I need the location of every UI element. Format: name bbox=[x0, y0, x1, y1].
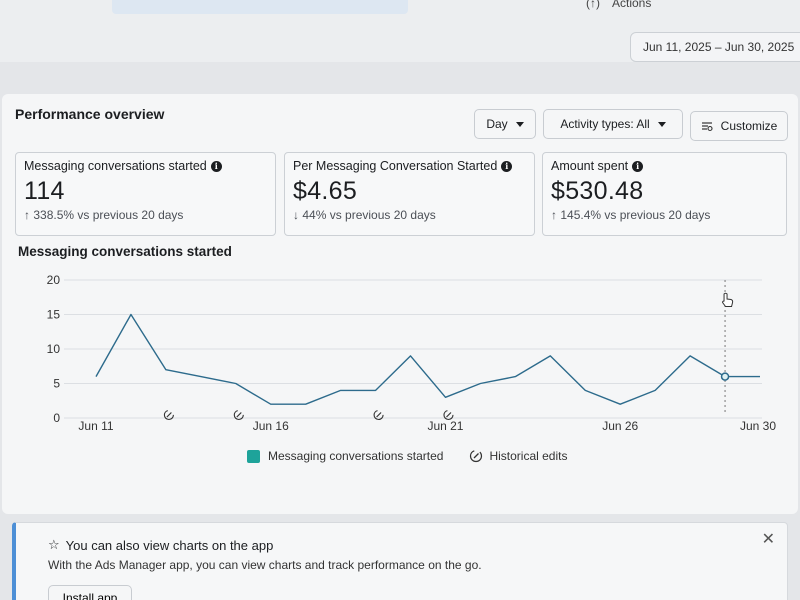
series-line[interactable] bbox=[95, 313, 760, 405]
chart-legend: Messaging conversations started Historic… bbox=[247, 449, 567, 463]
performance-tab[interactable] bbox=[112, 0, 408, 14]
upload-icon: (↑) bbox=[586, 0, 600, 10]
y-tick-label: 5 bbox=[53, 377, 60, 391]
performance-overview-card: Performance overview Day Activity types:… bbox=[2, 94, 798, 514]
x-tick-label: Jun 26 bbox=[602, 419, 638, 433]
app-promo-banner: ☆ You can also view charts on the app Wi… bbox=[12, 522, 788, 600]
x-tick-label: Jun 11 bbox=[78, 419, 113, 433]
y-tick-label: 15 bbox=[47, 308, 61, 322]
star-icon: ☆ bbox=[48, 537, 60, 552]
actions-label: Actions bbox=[612, 0, 652, 10]
legend-series-label: Messaging conversations started bbox=[268, 449, 444, 463]
historical-edit-stroke bbox=[376, 412, 382, 418]
banner-title: You can also view charts on the app bbox=[65, 537, 274, 553]
historical-edit-stroke bbox=[236, 412, 242, 418]
pointer-hand-icon bbox=[722, 292, 734, 307]
actions-menu[interactable]: (↑) Actions bbox=[586, 0, 651, 10]
legend-swatch[interactable] bbox=[247, 449, 260, 463]
y-tick-label: 20 bbox=[47, 273, 61, 287]
x-tick-label: Jun 21 bbox=[427, 419, 463, 433]
y-tick-label: 0 bbox=[53, 411, 60, 425]
date-range-picker[interactable]: Jun 11, 2025 – Jun 30, 2025 bbox=[630, 32, 800, 62]
close-icon[interactable]: ✕ bbox=[762, 529, 775, 549]
top-bar: (↑) Actions Jun 11, 2025 – Jun 30, 2025 bbox=[0, 0, 800, 62]
install-app-button[interactable]: Install app bbox=[48, 585, 132, 600]
y-tick-label: 10 bbox=[47, 342, 61, 356]
x-tick-label: Jun 16 bbox=[253, 419, 289, 433]
legend-hist-label: Historical edits bbox=[489, 449, 568, 463]
historical-edit-stroke bbox=[166, 412, 172, 418]
x-tick-label: Jun 30 bbox=[740, 419, 776, 433]
legend-historical-edits[interactable]: Historical edits bbox=[469, 449, 567, 463]
banner-title-row: ☆ You can also view charts on the app bbox=[48, 537, 273, 553]
data-point[interactable] bbox=[720, 372, 730, 381]
banner-text: With the Ads Manager app, you can view c… bbox=[48, 558, 482, 572]
historical-edit-stroke bbox=[446, 412, 452, 418]
line-chart[interactable]: 0 5 10 15 20 Jun 11 Jun 16 Jun 21 Jun 26 Jun 30 bbox=[2, 94, 798, 444]
historical-edit-icon bbox=[470, 449, 483, 463]
